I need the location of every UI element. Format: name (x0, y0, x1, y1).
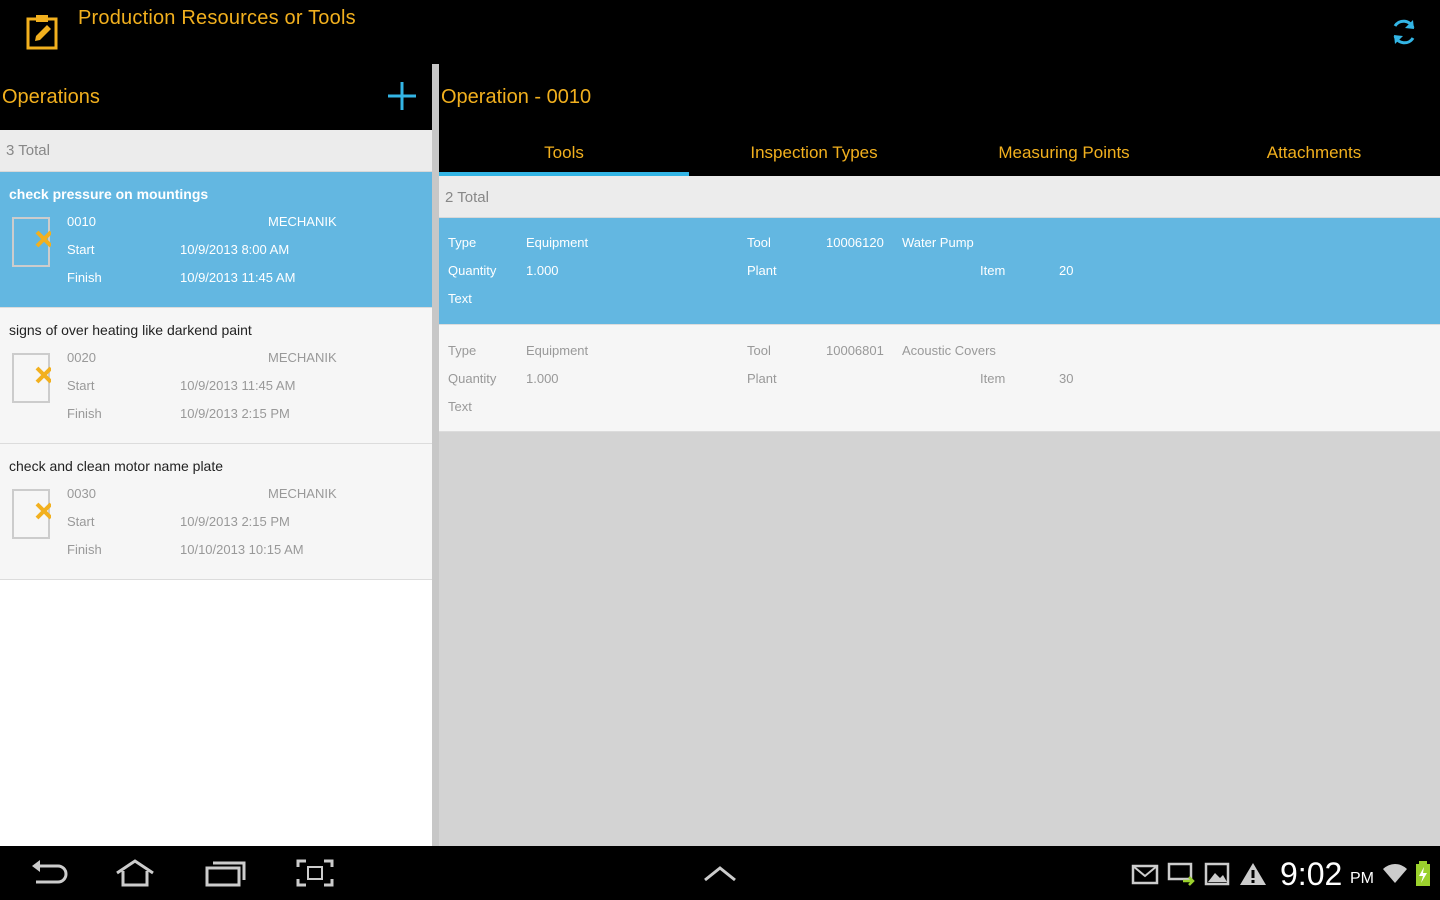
type-label: Type (448, 235, 477, 250)
operations-pane: Operations 3 Total check pressure on mou… (0, 64, 432, 846)
item-value: 20 (1059, 263, 1074, 278)
finish-label: Finish (67, 270, 102, 285)
text-label: Text (448, 399, 472, 414)
start-value: 10/9/2013 2:15 PM (180, 514, 290, 529)
operations-total: 3 Total (6, 142, 50, 159)
operation-detail-header: Operation - 0010 (439, 64, 1440, 130)
chevron-up-button[interactable] (698, 856, 742, 890)
clock-ampm: PM (1350, 870, 1374, 887)
operation-detail-pane: Operation - 0010 Tools Inspection Types … (439, 64, 1440, 846)
operation-list-item[interactable]: check and clean motor name plate 0030 ME… (0, 444, 432, 580)
tab-measuring-points[interactable]: Measuring Points (939, 130, 1189, 176)
operations-title: Operations (2, 86, 100, 108)
add-operation-button[interactable] (384, 78, 420, 114)
start-label: Start (67, 378, 95, 393)
screenshot-button[interactable] (293, 856, 337, 890)
home-icon (116, 859, 154, 887)
tools-total: 2 Total (445, 189, 489, 206)
start-label: Start (67, 514, 95, 529)
tab-inspection-types[interactable]: Inspection Types (689, 130, 939, 176)
tool-id: 10006801 (826, 343, 884, 358)
mail-icon (1130, 860, 1160, 888)
operations-count-bar: 3 Total (0, 130, 432, 172)
action-bar: Production Resources or Tools (0, 0, 1440, 64)
start-value: 10/9/2013 11:45 AM (180, 378, 296, 393)
detail-tabs: Tools Inspection Types Measuring Points … (439, 130, 1440, 176)
start-value: 10/9/2013 8:00 AM (180, 242, 290, 257)
operation-work-center: MECHANIK (268, 350, 337, 365)
operation-work-center: MECHANIK (268, 486, 337, 501)
operation-number: 0010 (67, 214, 96, 229)
chevron-up-icon (704, 866, 736, 882)
clock-time: 9:02 (1280, 856, 1343, 892)
finish-value: 10/10/2013 10:15 AM (180, 542, 304, 557)
operation-status-icon (11, 216, 53, 268)
operations-header: Operations (0, 64, 432, 130)
tab-attachments[interactable]: Attachments (1189, 130, 1439, 176)
app-title: Production Resources or Tools (78, 7, 356, 29)
sync-icon (1166, 860, 1196, 888)
operation-title: check and clean motor name plate (9, 458, 224, 474)
gallery-icon (1202, 860, 1232, 888)
finish-value: 10/9/2013 11:45 AM (180, 270, 296, 285)
home-button[interactable] (113, 856, 157, 890)
item-label: Item (980, 371, 1006, 386)
start-label: Start (67, 242, 95, 257)
refresh-icon (1393, 19, 1415, 45)
recent-apps-icon (205, 861, 246, 887)
item-value: 30 (1059, 371, 1074, 386)
operation-status-icon (11, 352, 53, 404)
plus-icon (388, 82, 416, 110)
quantity-label: Quantity (448, 371, 497, 386)
tool-name: Water Pump (902, 235, 974, 250)
finish-label: Finish (67, 406, 102, 421)
tool-id: 10006120 (826, 235, 884, 250)
operation-number: 0020 (67, 350, 96, 365)
text-label: Text (448, 291, 472, 306)
item-label: Item (980, 263, 1006, 278)
quantity-value: 1.000 (526, 263, 559, 278)
tab-tools[interactable]: Tools (439, 130, 689, 176)
type-value: Equipment (526, 235, 589, 250)
type-label: Type (448, 343, 477, 358)
finish-value: 10/9/2013 2:15 PM (180, 406, 290, 421)
warning-icon (1238, 860, 1268, 888)
tool-label: Tool (747, 235, 771, 250)
operation-list-item[interactable]: signs of over heating like darkend paint… (0, 308, 432, 444)
plant-label: Plant (747, 371, 777, 386)
tool-label: Tool (747, 343, 771, 358)
plant-label: Plant (747, 263, 777, 278)
tool-list-item[interactable]: Type Equipment Quantity 1.000 Text Tool … (439, 325, 1440, 432)
refresh-button[interactable] (1384, 12, 1424, 52)
type-value: Equipment (526, 343, 589, 358)
operation-title: check pressure on mountings (9, 186, 209, 202)
operation-detail-title: Operation - 0010 (441, 86, 592, 108)
tool-list-item[interactable]: Type Equipment Quantity 1.000 Text Tool … (439, 218, 1440, 325)
wifi-icon (1380, 860, 1410, 888)
operation-work-center: MECHANIK (268, 214, 337, 229)
battery-icon (1408, 860, 1438, 888)
finish-label: Finish (67, 542, 102, 557)
back-icon (32, 860, 68, 884)
operation-title: signs of over heating like darkend paint (9, 322, 252, 338)
back-button[interactable] (26, 856, 70, 890)
clipboard-edit-icon (24, 12, 60, 50)
operation-number: 0030 (67, 486, 96, 501)
system-bar: 9:02 PM (0, 846, 1440, 900)
pane-divider[interactable] (432, 64, 439, 846)
tools-count-bar: 2 Total (439, 176, 1440, 218)
operation-list-item[interactable]: check pressure on mountings 0010 MECHANI… (0, 172, 432, 308)
screenshot-icon (296, 859, 334, 887)
tool-name: Acoustic Covers (902, 343, 996, 358)
recent-apps-button[interactable] (203, 856, 247, 890)
quantity-label: Quantity (448, 263, 497, 278)
operation-status-icon (11, 488, 53, 540)
quantity-value: 1.000 (526, 371, 559, 386)
